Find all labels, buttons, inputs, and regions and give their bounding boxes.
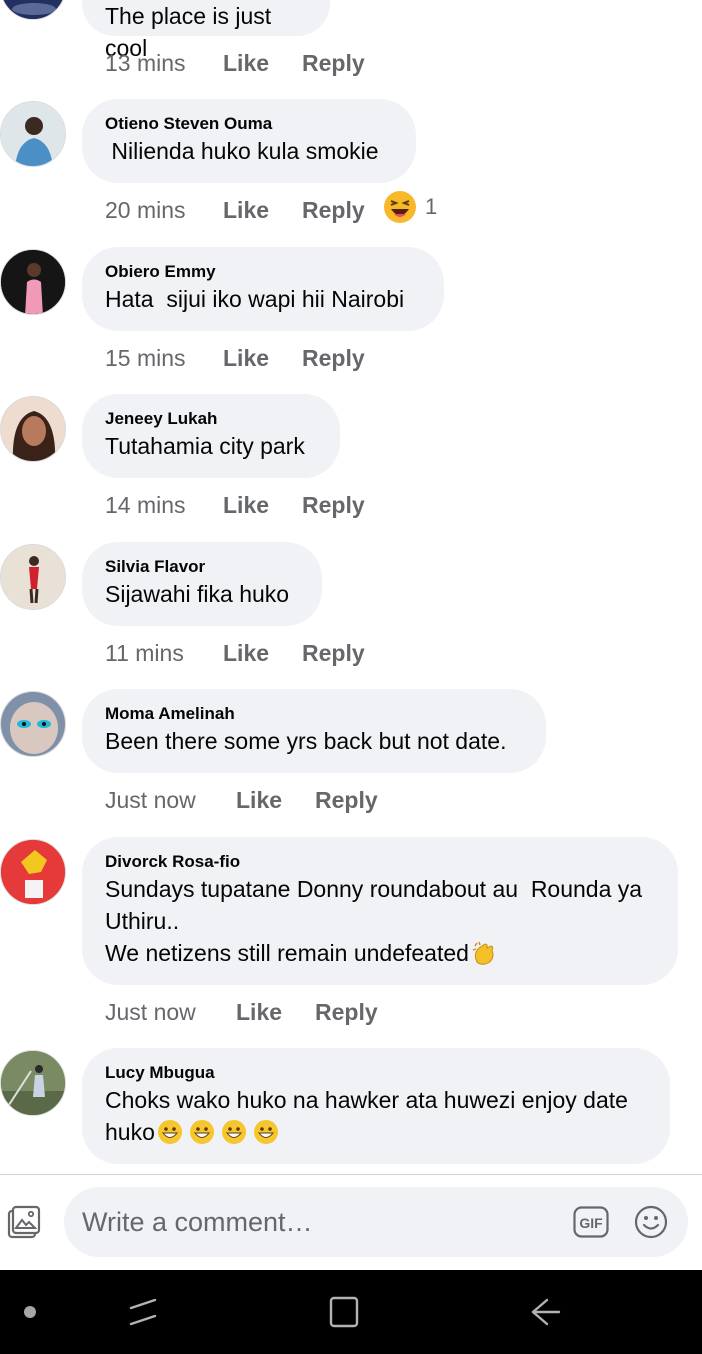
reaction-summary[interactable]: 1 xyxy=(383,190,437,224)
comments-list: The place is just cool 13 mins Like Repl… xyxy=(0,0,702,1174)
comment-text: Nilienda huko kula smokie xyxy=(105,138,379,164)
comment-input-container: GIF xyxy=(64,1187,688,1257)
comment-bubble: Divorck Rosa-fio Sundays tupatane Donny … xyxy=(82,837,678,985)
avatar[interactable] xyxy=(0,0,66,20)
like-button[interactable]: Like xyxy=(236,997,282,1027)
avatar[interactable] xyxy=(0,691,66,757)
comment-bubble: Obiero Emmy Hata sijui iko wapi hii Nair… xyxy=(82,247,444,331)
comment-text-line: We netizens still remain undefeated xyxy=(105,937,654,969)
like-button[interactable]: Like xyxy=(223,343,269,373)
comment-author[interactable]: Obiero Emmy xyxy=(105,261,420,283)
reply-button[interactable]: Reply xyxy=(302,490,365,520)
reply-button[interactable]: Reply xyxy=(315,997,378,1027)
comment-text: Sijawahi fika huko xyxy=(105,581,290,607)
comment-time: 13 mins xyxy=(105,50,186,76)
comment-author[interactable]: Silvia Flavor xyxy=(105,556,298,578)
comment-bubble: Lucy Mbugua Choks wako huko na hawker at… xyxy=(82,1048,670,1164)
comment-time: 15 mins xyxy=(105,345,186,371)
avatar[interactable] xyxy=(0,839,66,905)
comment-text: Tutahamia city park xyxy=(105,433,305,459)
avatar[interactable] xyxy=(0,249,66,315)
comment-text: Been there some yrs back but not date. xyxy=(105,728,507,754)
reply-button[interactable]: Reply xyxy=(302,638,365,668)
comment-text-line: We netizens still remain undefeated xyxy=(105,940,469,966)
comment-author[interactable]: Jeneey Lukah xyxy=(105,408,316,430)
comment-input[interactable] xyxy=(82,1201,552,1243)
avatar[interactable] xyxy=(0,396,66,462)
clapping-hands-emoji-icon xyxy=(472,941,494,965)
comment-author[interactable]: Moma Amelinah xyxy=(105,703,522,725)
recent-apps-icon[interactable] xyxy=(127,1294,159,1330)
comment-bubble: The place is just cool xyxy=(82,0,330,61)
comment-bubble: Moma Amelinah Been there some yrs back b… xyxy=(82,689,546,773)
comment-time: 20 mins xyxy=(105,197,186,223)
avatar[interactable] xyxy=(0,1050,66,1116)
comment-text-line: Choks wako huko na hawker ata huwezi enj… xyxy=(105,1087,628,1113)
like-button[interactable]: Like xyxy=(223,638,269,668)
like-button[interactable]: Like xyxy=(223,195,269,225)
home-icon[interactable] xyxy=(328,1295,360,1329)
reaction-count: 1 xyxy=(425,194,438,219)
comment-time: 11 mins xyxy=(105,640,184,666)
avatar[interactable] xyxy=(0,544,66,610)
comment-bubble: Silvia Flavor Sijawahi fika huko xyxy=(82,542,322,626)
dot-icon[interactable] xyxy=(24,1306,36,1318)
laughing-emoji-icon xyxy=(384,191,416,223)
comment-time: Just now xyxy=(105,787,196,813)
avatar[interactable] xyxy=(0,101,66,167)
comment-time: 14 mins xyxy=(105,492,186,518)
comment-author[interactable]: Otieno Steven Ouma xyxy=(105,113,392,135)
smiley-icon[interactable] xyxy=(633,1204,669,1240)
comment-time: Just now xyxy=(105,999,196,1025)
grinning-face-emoji-icon xyxy=(221,1120,246,1144)
comment-text-line: huko xyxy=(105,1119,155,1145)
reply-button[interactable]: Reply xyxy=(302,195,365,225)
comment-author[interactable]: Divorck Rosa-fio xyxy=(105,851,654,873)
comment-bubble: Otieno Steven Ouma Nilienda huko kula sm… xyxy=(82,99,416,183)
system-navigation-bar xyxy=(0,1270,702,1354)
grinning-face-emoji-icon xyxy=(189,1120,214,1144)
like-button[interactable]: Like xyxy=(223,490,269,520)
comment-author[interactable]: Lucy Mbugua xyxy=(105,1062,646,1084)
svg-text:GIF: GIF xyxy=(579,1215,603,1231)
grinning-face-emoji-icon xyxy=(253,1120,278,1144)
gif-icon[interactable]: GIF xyxy=(573,1206,609,1238)
comment-bubble: Jeneey Lukah Tutahamia city park xyxy=(82,394,340,478)
comment-composer: GIF xyxy=(0,1175,702,1270)
comment-text-line: Uthiru.. xyxy=(105,908,180,934)
comment-text-line: Sundays tupatane Donny roundabout au Rou… xyxy=(105,876,643,902)
like-button[interactable]: Like xyxy=(223,48,269,78)
grinning-face-emoji-icon xyxy=(157,1120,182,1144)
like-button[interactable]: Like xyxy=(236,785,282,815)
reply-button[interactable]: Reply xyxy=(302,343,365,373)
photo-icon[interactable] xyxy=(5,1205,41,1241)
comment-text-line: huko xyxy=(105,1116,646,1148)
reply-button[interactable]: Reply xyxy=(302,48,365,78)
comment-text: Hata sijui iko wapi hii Nairobi xyxy=(105,286,405,312)
reply-button[interactable]: Reply xyxy=(315,785,378,815)
back-icon[interactable] xyxy=(527,1294,563,1330)
